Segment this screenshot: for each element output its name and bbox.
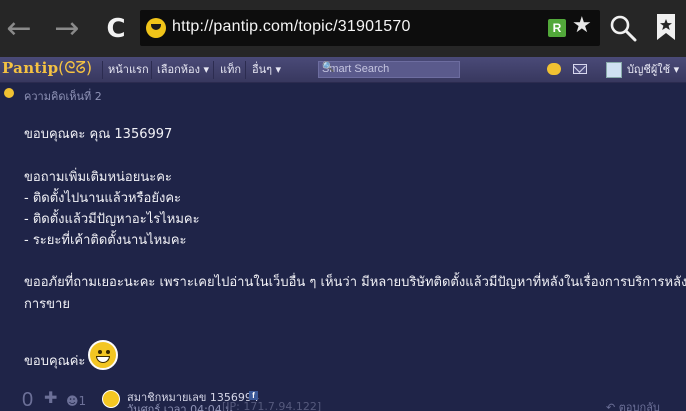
nav-divider: [102, 61, 103, 79]
account-menu[interactable]: บัญชีผู้ใช้ ▾: [627, 57, 679, 83]
address-bar[interactable]: http://pantip.com/topic/31901570 R ★: [140, 10, 600, 46]
url-text[interactable]: http://pantip.com/topic/31901570: [172, 18, 411, 36]
smiley-mouth: [96, 356, 110, 363]
extension-r-icon[interactable]: R: [548, 19, 566, 37]
comment-line: - ติดตั้งแล้วมีปัญหาอะไรไหมคะ: [24, 212, 200, 227]
search-icon[interactable]: [609, 14, 637, 42]
user-avatar[interactable]: [606, 62, 622, 78]
smart-search-input[interactable]: Smart Search 🔍: [318, 61, 460, 78]
nav-more[interactable]: อื่นๆ ▾: [252, 57, 281, 83]
nav-divider: [245, 61, 246, 79]
pantip-nav-bar: Pantip (ᘓᘔ) หน้าแรก เลือกห้อง ▾ แท็ก อื่…: [0, 57, 686, 83]
smiley-emoticon-icon: [88, 340, 118, 370]
vote-plus-icon[interactable]: ✚: [44, 388, 57, 407]
mail-icon[interactable]: [573, 64, 587, 74]
comment-line: ขออภัยที่ถามเยอะนะคะ เพราะเคยไปอ่านในเว็…: [24, 275, 686, 290]
nav-choose-room[interactable]: เลือกห้อง ▾: [157, 57, 209, 83]
nav-home[interactable]: หน้าแรก: [108, 57, 149, 83]
back-button[interactable]: ←: [0, 0, 38, 57]
comment-line: - ติดตั้งไปนานแล้วหรือยังคะ: [24, 191, 182, 206]
comment-number-label: ความคิดเห็นที่ 2: [24, 90, 102, 103]
comment-line: ขอบคุณคะ คุณ 1356997: [24, 127, 173, 142]
nav-divider: [151, 61, 152, 79]
comment-line: ขอถามเพิ่มเติมหน่อยนะคะ: [24, 170, 172, 185]
nav-tags[interactable]: แท็ก: [220, 57, 241, 83]
bookmarks-icon[interactable]: [655, 13, 677, 41]
post-timestamp: วันศุกร์ เวลา 04:04 น.: [127, 403, 237, 411]
comment-line: การขาย: [24, 297, 70, 312]
comment-header: ความคิดเห็นที่ 2: [0, 85, 686, 103]
reload-button[interactable]: C: [100, 0, 132, 57]
search-small-icon[interactable]: 🔍: [322, 62, 455, 73]
bookmark-star-icon[interactable]: ★: [572, 13, 592, 38]
member-avatar[interactable]: [102, 390, 120, 408]
forward-button[interactable]: →: [48, 0, 86, 57]
vote-count: 0: [22, 389, 34, 411]
emotion-count[interactable]: ☻1: [66, 394, 86, 408]
emoticon-icon[interactable]: [547, 63, 561, 75]
comment-line: - ระยะที่เค้าติดตั้งนานไหมคะ: [24, 233, 187, 248]
smiley-eye: [106, 350, 110, 354]
pantip-logo-mark: (ᘓᘔ): [58, 58, 93, 77]
nav-divider: [213, 61, 214, 79]
facebook-icon: f: [249, 391, 258, 400]
site-favicon-icon: [146, 18, 166, 38]
comment-line: ขอบคุณค่ะ: [24, 354, 86, 369]
browser-toolbar: ← → C http://pantip.com/topic/31901570 R…: [0, 0, 686, 57]
comment-user-icon: [4, 88, 14, 98]
post-ip: [IP: 171.7.94.122]: [222, 400, 322, 411]
pantip-logo[interactable]: Pantip: [2, 59, 58, 77]
smiley-eye: [98, 350, 102, 354]
reply-button[interactable]: ↶ ตอบกลับ: [606, 398, 660, 411]
